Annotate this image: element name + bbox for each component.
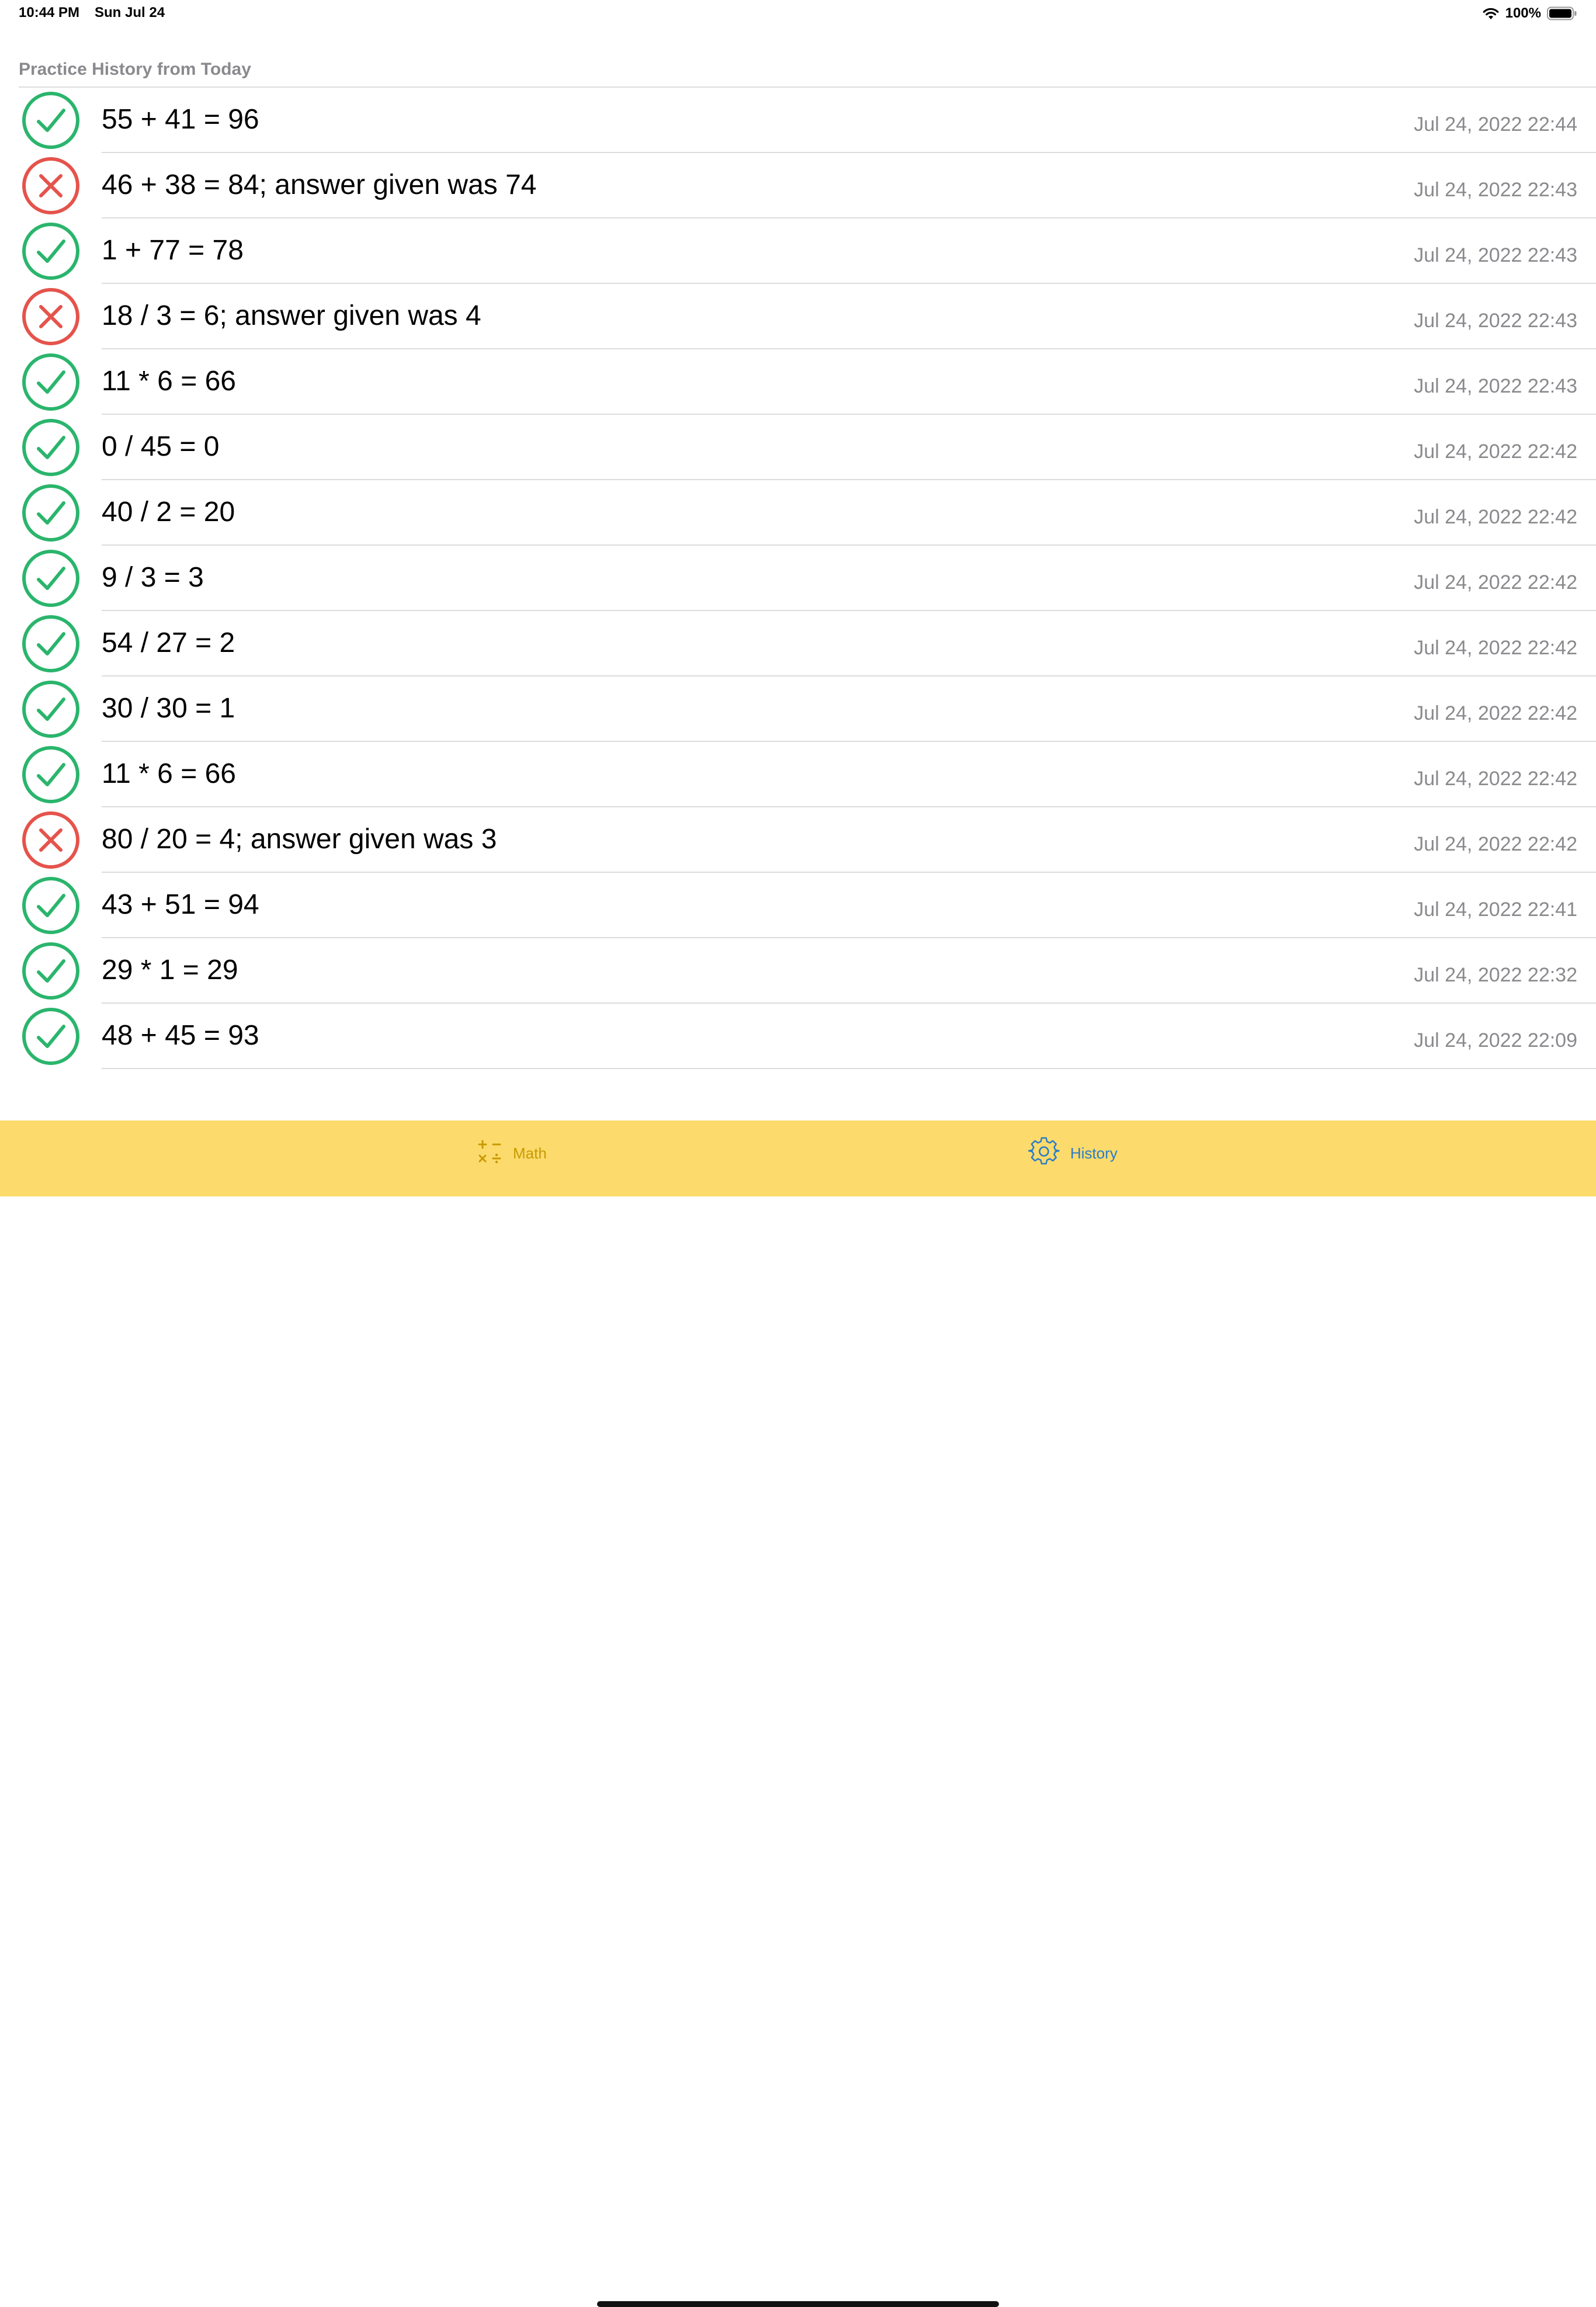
history-timestamp: Jul 24, 2022 22:43 [1414, 375, 1577, 397]
history-timestamp: Jul 24, 2022 22:42 [1414, 506, 1577, 528]
history-timestamp: Jul 24, 2022 22:43 [1414, 310, 1577, 332]
checkmark-circle-icon [22, 549, 80, 608]
history-row[interactable]: 43 + 51 = 94 Jul 24, 2022 22:41 [0, 873, 1596, 938]
history-timestamp: Jul 24, 2022 22:42 [1414, 833, 1577, 855]
status-date: Sun Jul 24 [95, 5, 165, 20]
row-divider [102, 1068, 1596, 1069]
history-problem-text: 80 / 20 = 4; answer given was 3 [102, 824, 497, 855]
history-problem-text: 0 / 45 = 0 [102, 431, 220, 462]
history-row[interactable]: 11 * 6 = 66 Jul 24, 2022 22:43 [0, 349, 1596, 415]
history-timestamp: Jul 24, 2022 22:41 [1414, 898, 1577, 921]
history-problem-text: 55 + 41 = 96 [102, 104, 259, 135]
history-timestamp: Jul 24, 2022 22:09 [1414, 1029, 1577, 1052]
history-problem-text: 48 + 45 = 93 [102, 1020, 259, 1051]
x-circle-icon [22, 287, 80, 346]
checkmark-circle-icon [22, 222, 80, 280]
checkmark-circle-icon [22, 615, 80, 673]
wifi-icon [1482, 6, 1500, 20]
history-row[interactable]: 29 * 1 = 29 Jul 24, 2022 22:32 [0, 938, 1596, 1004]
history-problem-text: 46 + 38 = 84; answer given was 74 [102, 169, 537, 200]
tab-history[interactable]: History [1028, 1136, 1118, 1171]
history-problem-text: 11 * 6 = 66 [102, 758, 236, 789]
x-circle-icon [22, 157, 80, 215]
checkmark-circle-icon [22, 1007, 80, 1066]
checkmark-circle-icon [22, 876, 80, 935]
status-time: 10:44 PM [19, 5, 80, 20]
checkmark-circle-icon [22, 680, 80, 738]
history-timestamp: Jul 24, 2022 22:42 [1414, 637, 1577, 659]
history-row[interactable]: 40 / 2 = 20 Jul 24, 2022 22:42 [0, 480, 1596, 546]
history-problem-text: 11 * 6 = 66 [102, 366, 236, 397]
history-timestamp: Jul 24, 2022 22:42 [1414, 768, 1577, 790]
history-row[interactable]: 30 / 30 = 1 Jul 24, 2022 22:42 [0, 677, 1596, 742]
math-operators-icon [477, 1139, 502, 1168]
history-timestamp: Jul 24, 2022 22:44 [1414, 113, 1577, 136]
gear-icon [1028, 1136, 1060, 1171]
history-row[interactable]: 9 / 3 = 3 Jul 24, 2022 22:42 [0, 546, 1596, 611]
history-row[interactable]: 11 * 6 = 66 Jul 24, 2022 22:42 [0, 742, 1596, 807]
history-row[interactable]: 1 + 77 = 78 Jul 24, 2022 22:43 [0, 218, 1596, 284]
history-timestamp: Jul 24, 2022 22:42 [1414, 571, 1577, 594]
history-timestamp: Jul 24, 2022 22:42 [1414, 702, 1577, 724]
history-timestamp: Jul 24, 2022 22:43 [1414, 179, 1577, 201]
battery-percentage: 100% [1505, 5, 1541, 21]
history-problem-text: 43 + 51 = 94 [102, 889, 259, 920]
history-row[interactable]: 55 + 41 = 96 Jul 24, 2022 22:44 [0, 88, 1596, 153]
history-row[interactable]: 80 / 20 = 4; answer given was 3 Jul 24, 2… [0, 807, 1596, 873]
history-problem-text: 9 / 3 = 3 [102, 562, 204, 593]
tab-history-label: History [1070, 1144, 1118, 1162]
tab-math[interactable]: Math [477, 1136, 547, 1171]
history-problem-text: 1 + 77 = 78 [102, 235, 244, 266]
history-problem-text: 40 / 2 = 20 [102, 497, 235, 528]
checkmark-circle-icon [22, 353, 80, 411]
tab-math-label: Math [513, 1144, 547, 1162]
checkmark-circle-icon [22, 942, 80, 1000]
history-problem-text: 18 / 3 = 6; answer given was 4 [102, 300, 481, 331]
status-bar: 10:44 PM Sun Jul 24 100% [0, 0, 1596, 28]
section-header: Practice History from Today [19, 60, 251, 79]
tab-bar: Math History [0, 1120, 1596, 2307]
history-row[interactable]: 54 / 27 = 2 Jul 24, 2022 22:42 [0, 611, 1596, 677]
history-list[interactable]: 55 + 41 = 96 Jul 24, 2022 22:44 46 + 38 = … [0, 88, 1596, 1069]
battery-full-icon [1547, 6, 1577, 20]
checkmark-circle-icon [22, 745, 80, 804]
checkmark-circle-icon [22, 484, 80, 542]
status-indicators: 100% [1482, 4, 1577, 23]
checkmark-circle-icon [22, 418, 80, 477]
home-indicator[interactable] [597, 2301, 999, 2307]
history-problem-text: 54 / 27 = 2 [102, 627, 235, 658]
history-problem-text: 30 / 30 = 1 [102, 693, 235, 724]
history-row[interactable]: 48 + 45 = 93 Jul 24, 2022 22:09 [0, 1004, 1596, 1069]
history-timestamp: Jul 24, 2022 22:42 [1414, 440, 1577, 463]
checkmark-circle-icon [22, 91, 80, 150]
history-problem-text: 29 * 1 = 29 [102, 955, 238, 986]
x-circle-icon [22, 811, 80, 869]
history-row[interactable]: 18 / 3 = 6; answer given was 4 Jul 24, 20… [0, 284, 1596, 349]
history-row[interactable]: 46 + 38 = 84; answer given was 74 Jul 24,… [0, 153, 1596, 218]
history-timestamp: Jul 24, 2022 22:43 [1414, 244, 1577, 266]
history-timestamp: Jul 24, 2022 22:32 [1414, 964, 1577, 986]
history-row[interactable]: 0 / 45 = 0 Jul 24, 2022 22:42 [0, 415, 1596, 480]
